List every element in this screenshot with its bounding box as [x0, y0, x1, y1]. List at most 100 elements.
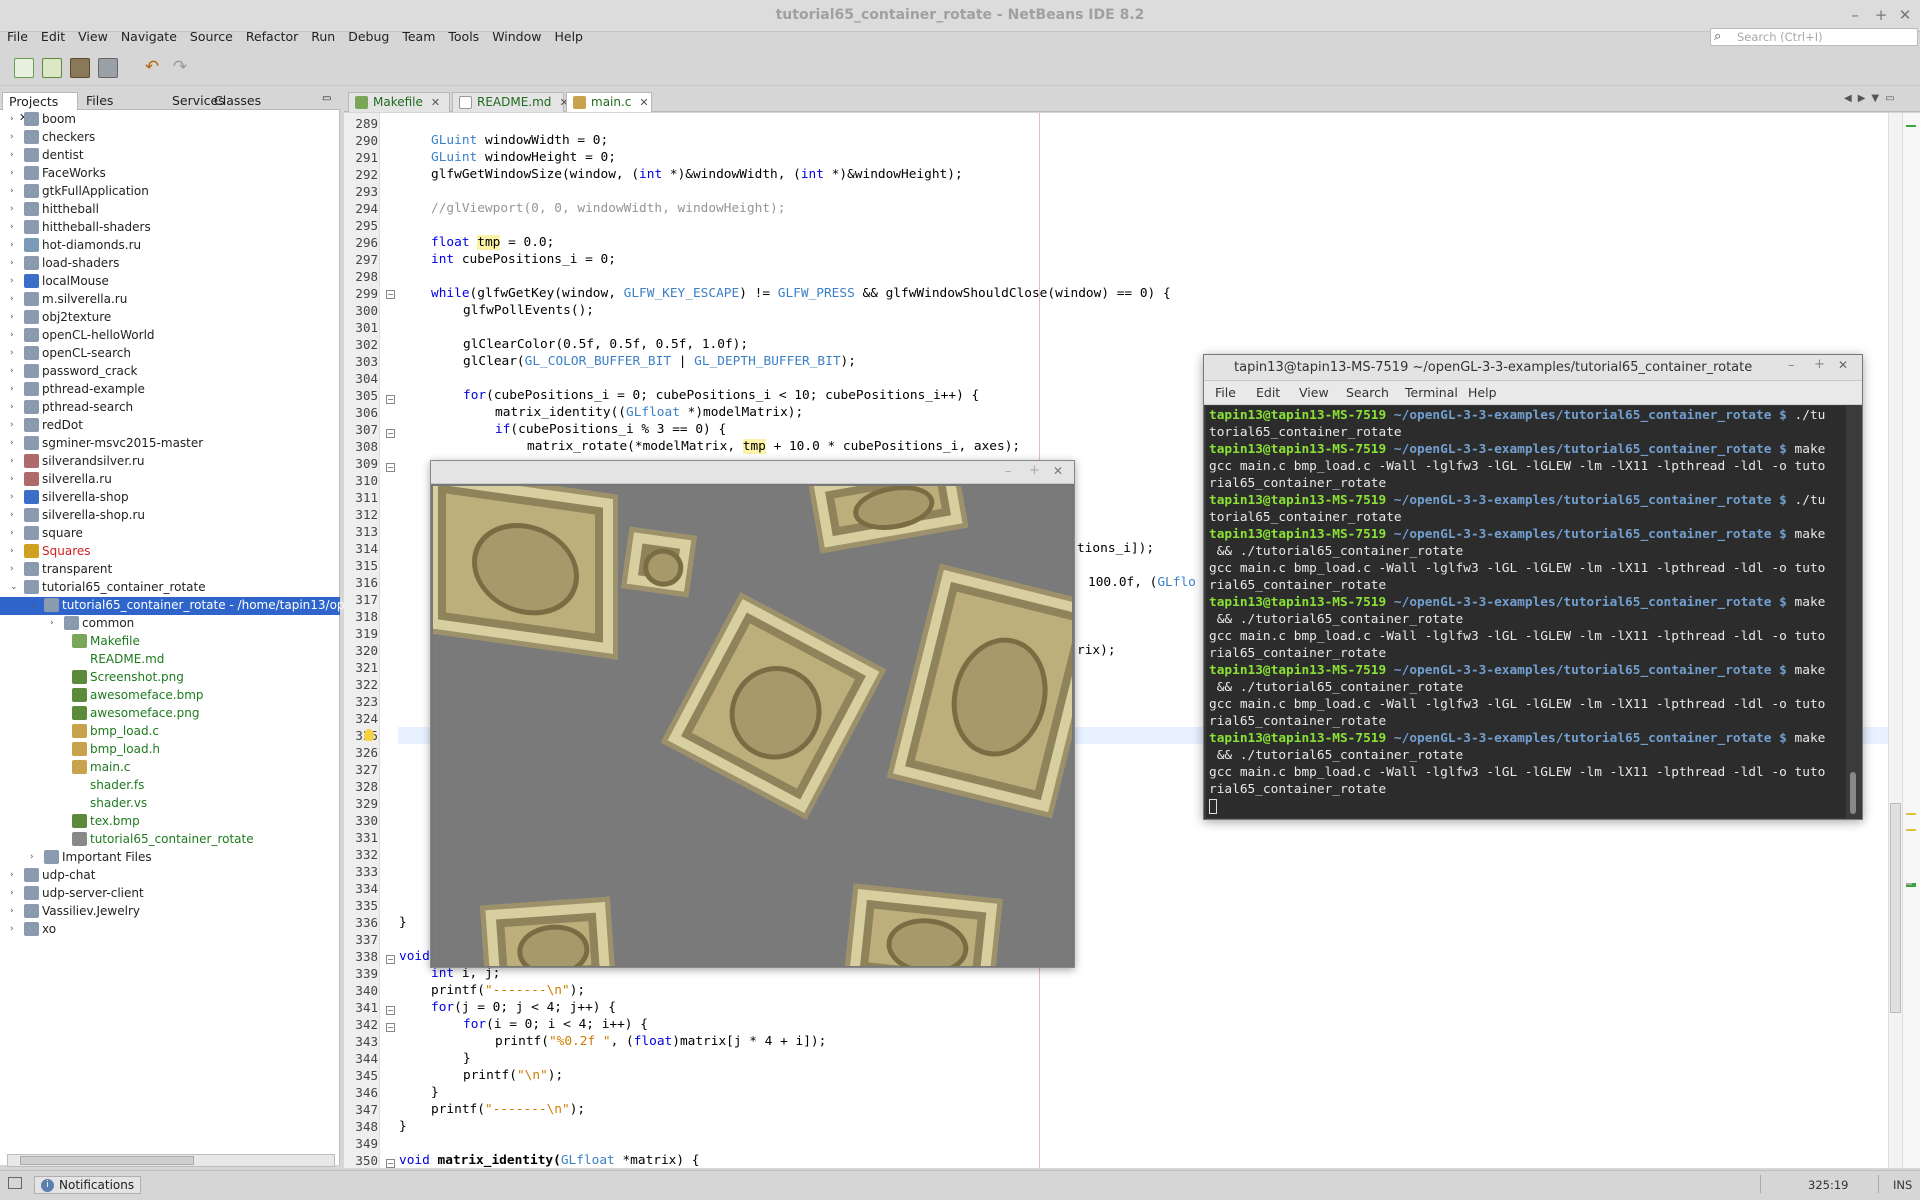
maximize-icon[interactable]: +: [1029, 463, 1040, 478]
expand-icon[interactable]: ›: [10, 330, 20, 340]
tree-item-file[interactable]: Screenshot.png: [0, 669, 340, 687]
expand-icon[interactable]: ›: [10, 258, 20, 268]
terminal-menu-file[interactable]: File: [1215, 385, 1236, 400]
terminal-menu-view[interactable]: View: [1299, 385, 1329, 400]
tree-item-project[interactable]: › checkers: [0, 129, 340, 147]
tree-item-project[interactable]: › redDot: [0, 417, 340, 435]
menu-debug[interactable]: Debug: [341, 27, 395, 44]
notifications-button[interactable]: i Notifications: [34, 1176, 142, 1194]
tree-item-file[interactable]: bmp_load.c: [0, 723, 340, 741]
terminal-scrollbar[interactable]: [1847, 406, 1860, 818]
tree-item-file[interactable]: shader.vs: [0, 795, 340, 813]
expand-icon[interactable]: ›: [10, 492, 20, 502]
menu-refactor[interactable]: Refactor: [239, 27, 304, 44]
tab-readme[interactable]: README.md ✕: [452, 92, 569, 112]
close-icon[interactable]: ✕: [431, 96, 440, 109]
menu-help[interactable]: Help: [547, 27, 589, 44]
expand-icon[interactable]: ›: [10, 510, 20, 520]
tree-item-project[interactable]: › hot-diamonds.ru: [0, 237, 340, 255]
expand-icon[interactable]: ›: [30, 852, 40, 862]
menu-edit[interactable]: Edit: [34, 27, 71, 44]
minimize-icon[interactable]: –: [1005, 464, 1012, 479]
close-icon[interactable]: ✕: [1838, 358, 1848, 372]
expand-icon[interactable]: ›: [10, 924, 20, 934]
insert-mode[interactable]: INS: [1893, 1178, 1912, 1192]
open-project-icon[interactable]: [70, 58, 90, 78]
tree-item-file[interactable]: Makefile: [0, 633, 340, 651]
expand-icon[interactable]: ›: [10, 528, 20, 538]
tree-item-file[interactable]: tex.bmp: [0, 813, 340, 831]
tree-item-project[interactable]: › FaceWorks: [0, 165, 340, 183]
close-icon[interactable]: ✕: [1895, 6, 1915, 24]
tree-item-project[interactable]: › xo: [0, 921, 340, 939]
scrollbar-thumb[interactable]: [1850, 772, 1856, 814]
menu-file[interactable]: File: [0, 27, 34, 44]
undo-icon[interactable]: ↶: [142, 58, 162, 78]
terminal-window[interactable]: tapin13@tapin13-MS-7519 ~/openGL-3-3-exa…: [1203, 354, 1863, 820]
tree-item-project[interactable]: › dentist: [0, 147, 340, 165]
expand-icon[interactable]: ›: [10, 150, 20, 160]
expand-icon[interactable]: ›: [50, 618, 60, 628]
menu-team[interactable]: Team: [395, 27, 441, 44]
tree-item-project[interactable]: › silverella.ru: [0, 471, 340, 489]
fold-icon[interactable]: −: [386, 1006, 395, 1015]
tree-item-file[interactable]: awesomeface.png: [0, 705, 340, 723]
tree-item-project[interactable]: › m.silverella.ru: [0, 291, 340, 309]
caret-position[interactable]: 325:19: [1808, 1178, 1848, 1192]
expand-icon[interactable]: ›: [10, 276, 20, 286]
fold-icon[interactable]: −: [386, 290, 395, 299]
expand-icon[interactable]: ›: [10, 312, 20, 322]
expand-icon[interactable]: ›: [10, 204, 20, 214]
expand-icon[interactable]: ›: [10, 348, 20, 358]
save-all-icon[interactable]: [98, 58, 118, 78]
tree-item-project[interactable]: › silverandsilver.ru: [0, 453, 340, 471]
scrollbar-thumb[interactable]: [1890, 803, 1901, 1013]
expand-icon[interactable]: ›: [10, 888, 20, 898]
tree-item-project[interactable]: › hittheball: [0, 201, 340, 219]
menu-tools[interactable]: Tools: [441, 27, 485, 44]
expand-icon[interactable]: ⌄: [30, 600, 40, 610]
window-restore-icon[interactable]: [8, 1177, 22, 1189]
terminal-menu-edit[interactable]: Edit: [1256, 385, 1280, 400]
close-icon[interactable]: ✕: [1053, 464, 1063, 478]
expand-icon[interactable]: ›: [10, 186, 20, 196]
tree-item-project[interactable]: › silverella-shop: [0, 489, 340, 507]
expand-icon[interactable]: ›: [10, 906, 20, 916]
tree-item-project[interactable]: ⌄ tutorial65_container_rotate: [0, 579, 340, 597]
tree-item-project[interactable]: › Squares: [0, 543, 340, 561]
tree-item-project[interactable]: › sgminer-msvc2015-master: [0, 435, 340, 453]
expand-icon[interactable]: ›: [10, 402, 20, 412]
terminal-menu-help[interactable]: Help: [1468, 385, 1497, 400]
tree-item-project[interactable]: › square: [0, 525, 340, 543]
expand-icon[interactable]: ›: [10, 546, 20, 556]
tree-item-project[interactable]: › udp-server-client: [0, 885, 340, 903]
expand-icon[interactable]: ›: [10, 168, 20, 178]
tree-item-project[interactable]: › boom: [0, 111, 340, 129]
tree-item-project[interactable]: › localMouse: [0, 273, 340, 291]
fold-icon[interactable]: −: [386, 1023, 395, 1032]
tab-navigation-icons[interactable]: ◀▶▼▭: [1844, 93, 1901, 104]
tree-horizontal-scrollbar[interactable]: [7, 1154, 335, 1167]
tree-item-project[interactable]: › pthread-search: [0, 399, 340, 417]
expand-icon[interactable]: ›: [10, 114, 20, 124]
tab-makefile[interactable]: Makefile ✕: [348, 92, 450, 112]
tree-item-important-files[interactable]: › Important Files: [0, 849, 340, 867]
tree-item-project[interactable]: › transparent: [0, 561, 340, 579]
tree-item-file[interactable]: main.c: [0, 759, 340, 777]
redo-icon[interactable]: ↷: [170, 58, 190, 78]
tree-item-file[interactable]: shader.fs: [0, 777, 340, 795]
new-project-icon[interactable]: [42, 58, 62, 78]
expand-icon[interactable]: ›: [10, 132, 20, 142]
tree-item-file[interactable]: › common: [0, 615, 340, 633]
expand-icon[interactable]: ›: [10, 438, 20, 448]
new-file-icon[interactable]: [14, 58, 34, 78]
expand-icon[interactable]: ›: [10, 474, 20, 484]
terminal-menu-search[interactable]: Search: [1346, 385, 1389, 400]
fold-icon[interactable]: −: [386, 1159, 395, 1168]
editor-vertical-scrollbar[interactable]: [1888, 113, 1902, 1168]
minimize-icon[interactable]: –: [1788, 358, 1795, 373]
expand-icon[interactable]: ›: [10, 456, 20, 466]
lightbulb-icon[interactable]: [364, 729, 374, 741]
tree-item-project[interactable]: › password_crack: [0, 363, 340, 381]
maximize-icon[interactable]: +: [1814, 357, 1825, 372]
